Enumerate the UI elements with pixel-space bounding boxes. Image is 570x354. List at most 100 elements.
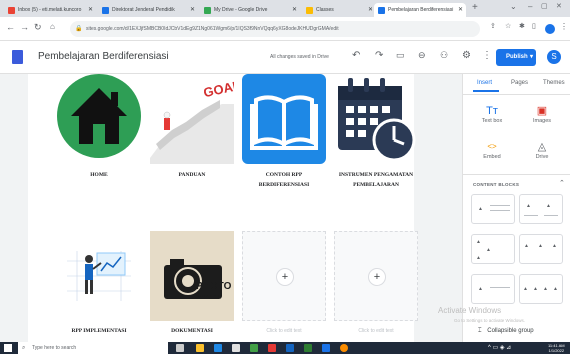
tile-caption[interactable]: DOKUMENTASI xyxy=(150,326,234,336)
avatar[interactable]: S xyxy=(547,50,561,64)
publish-label: Publish xyxy=(506,54,528,60)
forward-icon[interactable]: → xyxy=(20,22,29,32)
zoom-icon[interactable] xyxy=(322,344,330,352)
close-icon[interactable]: ✕ xyxy=(458,3,463,17)
dokumentasi-image[interactable]: PHOTO GRAPHY xyxy=(150,231,234,321)
taskbar-search-input[interactable]: ⌕ Type here to search xyxy=(18,342,168,354)
menu-icon[interactable]: ⋮ xyxy=(560,22,568,31)
back-icon[interactable]: ← xyxy=(6,22,15,32)
url-input[interactable]: 🔒 sites.google.com/d/1EXJjfSMBCB0IdJCbV1… xyxy=(70,21,480,37)
share-icon[interactable]: ⇪ xyxy=(490,22,496,30)
tab-pages[interactable]: Pages xyxy=(511,80,528,86)
browser-tab-drive[interactable]: My Drive - Google Drive ✕ xyxy=(200,3,300,17)
close-icon[interactable]: ✕ xyxy=(292,3,297,17)
file-explorer-icon[interactable] xyxy=(196,344,204,352)
settings-icon[interactable]: ⚙ xyxy=(462,50,471,61)
chevron-down-icon[interactable]: ⌄ xyxy=(510,2,517,11)
image-icon: ▲ xyxy=(524,243,529,249)
chevron-down-icon[interactable]: ▾ xyxy=(530,49,533,66)
content-block[interactable]: ▲ ▲ xyxy=(519,194,563,224)
store-icon[interactable] xyxy=(232,344,240,352)
tab-insert[interactable]: Insert xyxy=(477,80,492,86)
close-icon[interactable]: ✕ xyxy=(190,3,195,17)
tile-caption[interactable]: INSTRUMEN PENGAMATAN PEMBELAJARAN xyxy=(334,170,418,190)
instrumen-image[interactable] xyxy=(334,74,418,164)
photo-text: PHOTO xyxy=(196,281,232,292)
content-block[interactable]: ▲ xyxy=(471,194,515,224)
address-bar-row: ← → ↻ ⌂ 🔒 sites.google.com/d/1EXJjfSMBCB… xyxy=(0,17,570,41)
text-placeholder[interactable]: Click to edit text xyxy=(242,328,326,334)
close-icon[interactable]: ✕ xyxy=(368,3,372,17)
text-placeholder[interactable]: Click to edit text xyxy=(334,328,418,334)
tile-caption[interactable]: CONTOH RPP BERDIFERENSIASI xyxy=(242,170,326,190)
browser-tab-classes[interactable]: Classes ✕ xyxy=(302,3,372,17)
new-tab-button[interactable]: + xyxy=(472,2,478,13)
sites-logo-icon[interactable] xyxy=(12,50,23,64)
window-close-icon[interactable]: ✕ xyxy=(556,2,562,10)
image-placeholder[interactable]: + xyxy=(334,231,418,321)
excel-icon[interactable] xyxy=(304,344,312,352)
system-tray-icons[interactable]: ^ ▭ ◈ ⊿ xyxy=(488,344,511,351)
content-block[interactable]: ▲ ▲ ▲ ▲ xyxy=(519,274,563,304)
content-block[interactable]: ▲ ▲ ▲ xyxy=(471,234,515,264)
image-icon: ▲ xyxy=(523,286,528,292)
tile-caption[interactable]: RPP IMPLEMENTASI xyxy=(57,326,141,336)
home-icon[interactable]: ⌂ xyxy=(50,22,55,31)
image-icon: ▲ xyxy=(476,239,481,245)
drive-button[interactable]: ◬ Drive xyxy=(517,140,567,160)
browser-tab-sites[interactable]: Pembelajaran Berdiferensiasi ✕ xyxy=(374,3,466,17)
site-title[interactable]: Pembelajaran Berdiferensiasi xyxy=(38,51,169,62)
link-icon[interactable]: ⊖ xyxy=(418,50,426,61)
content-block[interactable]: ▲ ▲ ▲ xyxy=(519,234,563,264)
minimize-icon[interactable]: – xyxy=(528,2,532,11)
image-icon: ▲ xyxy=(552,243,557,249)
browser-tab-gmail[interactable]: Inbox (5) - eti.melati.kuncoro ✕ xyxy=(4,3,96,17)
collapsible-icon: ⌶ xyxy=(478,328,482,334)
app-icon[interactable] xyxy=(268,344,276,352)
add-image-button[interactable]: + xyxy=(276,268,294,286)
chevron-up-icon[interactable]: ⌃ xyxy=(559,179,565,187)
redo-icon[interactable]: ↷ xyxy=(375,50,383,61)
tab-label: Classes xyxy=(316,7,334,13)
photo-sub-text: GRAPHY xyxy=(198,293,221,298)
collapsible-group-item[interactable]: ⌶ Collapsible group xyxy=(478,328,534,335)
edge-icon[interactable] xyxy=(214,344,222,352)
browser-tab-bar: Inbox (5) - eti.melati.kuncoro ✕ Direkto… xyxy=(0,0,570,17)
reload-icon[interactable]: ↻ xyxy=(34,22,42,33)
tile-caption[interactable]: PANDUAN xyxy=(150,170,234,180)
chrome-icon[interactable] xyxy=(250,344,258,352)
extensions-icon[interactable]: ✱ xyxy=(519,22,525,30)
star-icon[interactable]: ☆ xyxy=(505,22,511,30)
embed-button[interactable]: <> Embed xyxy=(467,140,517,160)
profile-icon[interactable] xyxy=(545,24,555,34)
image-placeholder[interactable]: + xyxy=(242,231,326,321)
chrome-profile-icon[interactable] xyxy=(340,344,348,352)
undo-icon[interactable]: ↶ xyxy=(352,50,360,61)
rpp-implementasi-image[interactable] xyxy=(57,231,141,321)
publish-button[interactable]: Publish ▾ xyxy=(496,49,536,66)
maximize-icon[interactable]: ▢ xyxy=(541,2,548,10)
image-icon: ▲ xyxy=(546,203,551,209)
tile-caption[interactable]: HOME xyxy=(57,170,141,180)
add-image-button[interactable]: + xyxy=(368,268,386,286)
windows-start-icon[interactable] xyxy=(4,344,12,352)
collapsible-label: Collapsible group xyxy=(487,328,534,334)
text-box-button[interactable]: Tт Text box xyxy=(467,104,517,124)
home-image[interactable] xyxy=(57,74,141,164)
more-icon[interactable]: ⋮ xyxy=(482,50,492,61)
panduan-image[interactable]: GOAL xyxy=(150,74,242,164)
sites-icon xyxy=(378,7,385,14)
tab-themes[interactable]: Themes xyxy=(543,80,565,86)
taskbar-clock[interactable]: 11:41 AM 1/1/2022 xyxy=(548,343,565,353)
close-icon[interactable]: ✕ xyxy=(88,3,93,17)
search-icon: ⌕ xyxy=(22,345,26,351)
sidebar-icon[interactable]: ▯ xyxy=(532,22,536,30)
content-block[interactable]: ▲ xyxy=(471,274,515,304)
preview-icon[interactable]: ▭ xyxy=(396,50,405,61)
task-view-icon[interactable] xyxy=(176,344,184,352)
contoh-rpp-image[interactable] xyxy=(242,74,326,164)
browser-tab-direktorat[interactable]: Direktorat Jenderal Pendidik ✕ xyxy=(98,3,198,17)
images-button[interactable]: ▣ Images xyxy=(517,104,567,124)
word-icon[interactable] xyxy=(286,344,294,352)
add-person-icon[interactable]: ⚇ xyxy=(440,50,448,61)
